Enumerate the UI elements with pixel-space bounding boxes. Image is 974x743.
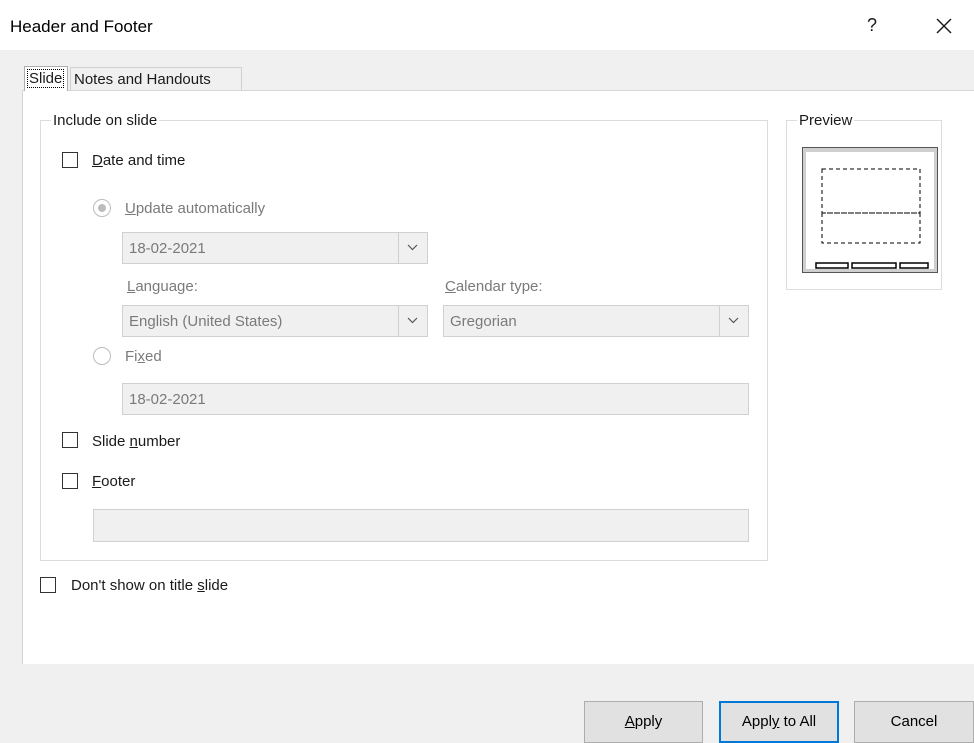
language-value: English (United States) xyxy=(129,313,283,330)
fixed-radio[interactable] xyxy=(93,347,111,365)
date-format-dropdown[interactable]: 18-02-2021 xyxy=(122,232,428,264)
tab-notes-label: Notes and Handouts xyxy=(74,71,211,88)
fixed-date-value: 18-02-2021 xyxy=(129,391,206,408)
tab-notes-and-handouts[interactable]: Notes and Handouts xyxy=(70,67,242,90)
fixed-label[interactable]: Fixed xyxy=(125,348,162,365)
apply-button[interactable]: Apply xyxy=(584,701,703,743)
include-on-slide-legend: Include on slide xyxy=(53,112,158,129)
footer-checkbox[interactable] xyxy=(62,473,78,489)
dialog-title: Header and Footer xyxy=(10,17,153,36)
date-format-value: 18-02-2021 xyxy=(129,240,206,257)
chevron-down-icon xyxy=(728,317,739,324)
chevron-down-icon xyxy=(407,244,418,251)
slide-number-label[interactable]: Slide number xyxy=(92,433,180,450)
chevron-down-icon xyxy=(407,317,418,324)
dropdown-arrow xyxy=(398,306,427,336)
slide-preview-thumbnail xyxy=(802,147,938,273)
language-label: Language: xyxy=(127,278,198,295)
update-automatically-radio[interactable] xyxy=(93,199,111,217)
fixed-date-input[interactable]: 18-02-2021 xyxy=(122,383,749,415)
calendar-type-dropdown[interactable]: Gregorian xyxy=(443,305,749,337)
dropdown-arrow xyxy=(719,306,748,336)
apply-to-all-button[interactable]: Apply to All xyxy=(719,701,839,743)
tab-slide-label: Slide xyxy=(26,69,65,88)
help-button[interactable]: ? xyxy=(860,12,884,38)
calendar-type-label: Calendar type: xyxy=(445,278,543,295)
footer-input[interactable] xyxy=(93,509,749,542)
close-button[interactable] xyxy=(930,10,958,40)
dont-show-on-title-slide-checkbox[interactable] xyxy=(40,577,56,593)
preview-legend: Preview xyxy=(799,112,853,129)
calendar-type-value: Gregorian xyxy=(450,313,517,330)
close-icon xyxy=(936,18,952,34)
slide-number-checkbox[interactable] xyxy=(62,432,78,448)
update-automatically-label[interactable]: Update automatically xyxy=(125,200,265,217)
dont-show-on-title-slide-label[interactable]: Don't show on title slide xyxy=(71,577,228,594)
cancel-button[interactable]: Cancel xyxy=(854,701,974,743)
language-dropdown[interactable]: English (United States) xyxy=(122,305,428,337)
date-time-checkbox[interactable] xyxy=(62,152,78,168)
footer-label[interactable]: Footer xyxy=(92,473,135,490)
tab-slide[interactable]: Slide xyxy=(24,66,68,91)
date-time-label[interactable]: Date and time xyxy=(92,152,185,169)
dropdown-arrow xyxy=(398,233,427,263)
